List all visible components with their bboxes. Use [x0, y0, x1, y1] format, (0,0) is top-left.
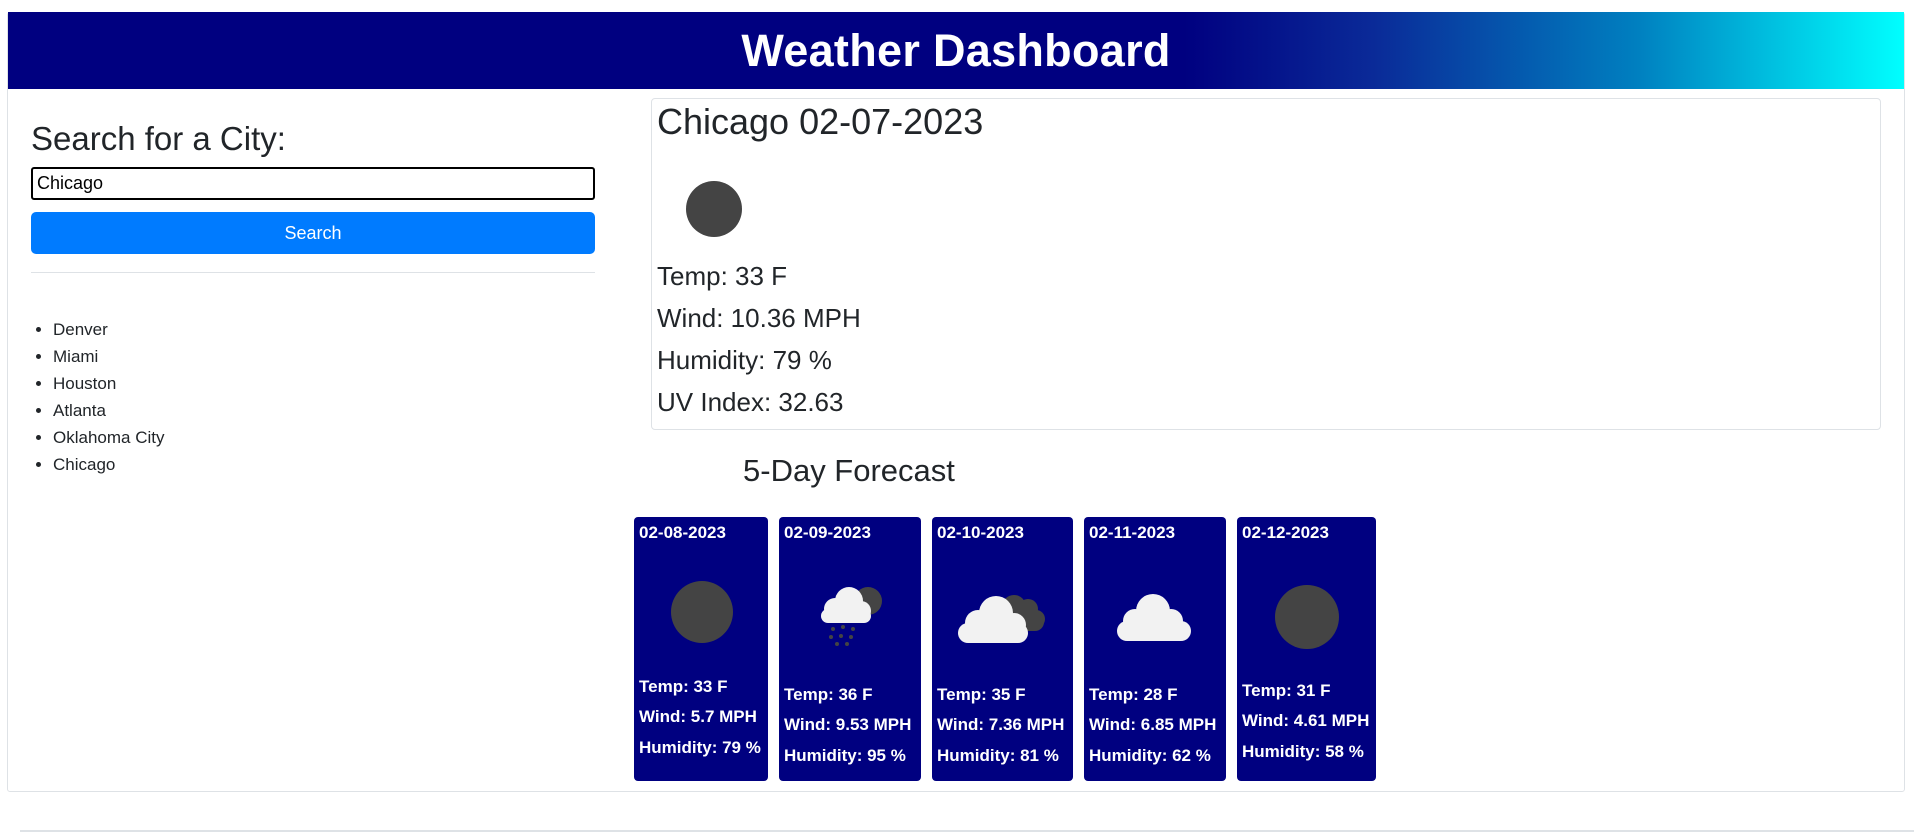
forecast-date: 02-08-2023 [639, 523, 726, 542]
forecast-date: 02-10-2023 [937, 523, 1024, 542]
current-weather-card: Chicago 02-07-2023 Temp: 33 F Wind: 10.3… [651, 98, 1881, 430]
forecast-card-4: 02-11-2023 Temp: 28 F Wind: 6.85 MPH Hum… [1084, 517, 1226, 781]
current-temp: Temp: 33 F [657, 261, 788, 291]
current-humidity: Humidity: 79 % [657, 345, 832, 375]
forecast-date: 02-11-2023 [1089, 523, 1176, 542]
forecast-humidity: Humidity: 79 % [639, 738, 761, 757]
history-item-atlanta[interactable]: Atlanta [53, 397, 164, 424]
search-heading: Search for a City: [31, 120, 286, 157]
forecast-card-5: 02-12-2023 Temp: 31 F Wind: 4.61 MPH Hum… [1237, 517, 1376, 781]
forecast-card-2: 02-09-2023 Temp: 36 F Wind: 9.53 MPH Hum… [779, 517, 921, 781]
forecast-wind: Wind: 5.7 MPH [639, 707, 757, 726]
forecast-wind: Wind: 6.85 MPH [1089, 715, 1217, 734]
forecast-wind: Wind: 4.61 MPH [1242, 711, 1370, 730]
forecast-humidity: Humidity: 62 % [1089, 746, 1211, 765]
history-item-miami[interactable]: Miami [53, 343, 164, 370]
clear-night-icon [686, 181, 742, 237]
clear-night-icon [1275, 585, 1339, 649]
forecast-temp: Temp: 36 F [784, 685, 873, 704]
city-search-input[interactable] [31, 167, 595, 200]
page-title: Weather Dashboard [741, 24, 1171, 76]
history-item-chicago[interactable]: Chicago [53, 451, 164, 478]
forecast-humidity: Humidity: 95 % [784, 746, 906, 765]
forecast-date: 02-09-2023 [784, 523, 871, 542]
forecast-temp: Temp: 33 F [639, 677, 728, 696]
search-history-list: Denver Miami Houston Atlanta Oklahoma Ci… [31, 316, 164, 478]
forecast-heading: 5-Day Forecast [743, 453, 955, 488]
current-uv-index: UV Index: 32.63 [657, 387, 844, 417]
forecast-wind: Wind: 7.36 MPH [937, 715, 1065, 734]
history-item-houston[interactable]: Houston [53, 370, 164, 397]
divider [31, 272, 595, 273]
current-city-date: Chicago 02-07-2023 [657, 101, 984, 142]
broken-clouds-icon [958, 595, 1045, 643]
rain-cloud-icon [821, 587, 882, 646]
clear-night-icon [671, 581, 733, 643]
cloud-icon [1117, 594, 1191, 641]
forecast-humidity: Humidity: 81 % [937, 746, 1059, 765]
history-item-oklahoma-city[interactable]: Oklahoma City [53, 424, 164, 451]
history-item-denver[interactable]: Denver [53, 316, 164, 343]
forecast-wind: Wind: 9.53 MPH [784, 715, 912, 734]
search-button[interactable]: Search [31, 212, 595, 254]
forecast-date: 02-12-2023 [1242, 523, 1329, 542]
current-wind: Wind: 10.36 MPH [657, 303, 861, 333]
page-header: Weather Dashboard [8, 12, 1904, 89]
forecast-temp: Temp: 31 F [1242, 681, 1331, 700]
forecast-card-3: 02-10-2023 Temp: 35 F Wind: 7.36 MPH Hum… [932, 517, 1073, 781]
forecast-temp: Temp: 28 F [1089, 685, 1178, 704]
forecast-card-1: 02-08-2023 Temp: 33 F Wind: 5.7 MPH Humi… [634, 517, 768, 781]
forecast-humidity: Humidity: 58 % [1242, 742, 1364, 761]
forecast-temp: Temp: 35 F [937, 685, 1026, 704]
